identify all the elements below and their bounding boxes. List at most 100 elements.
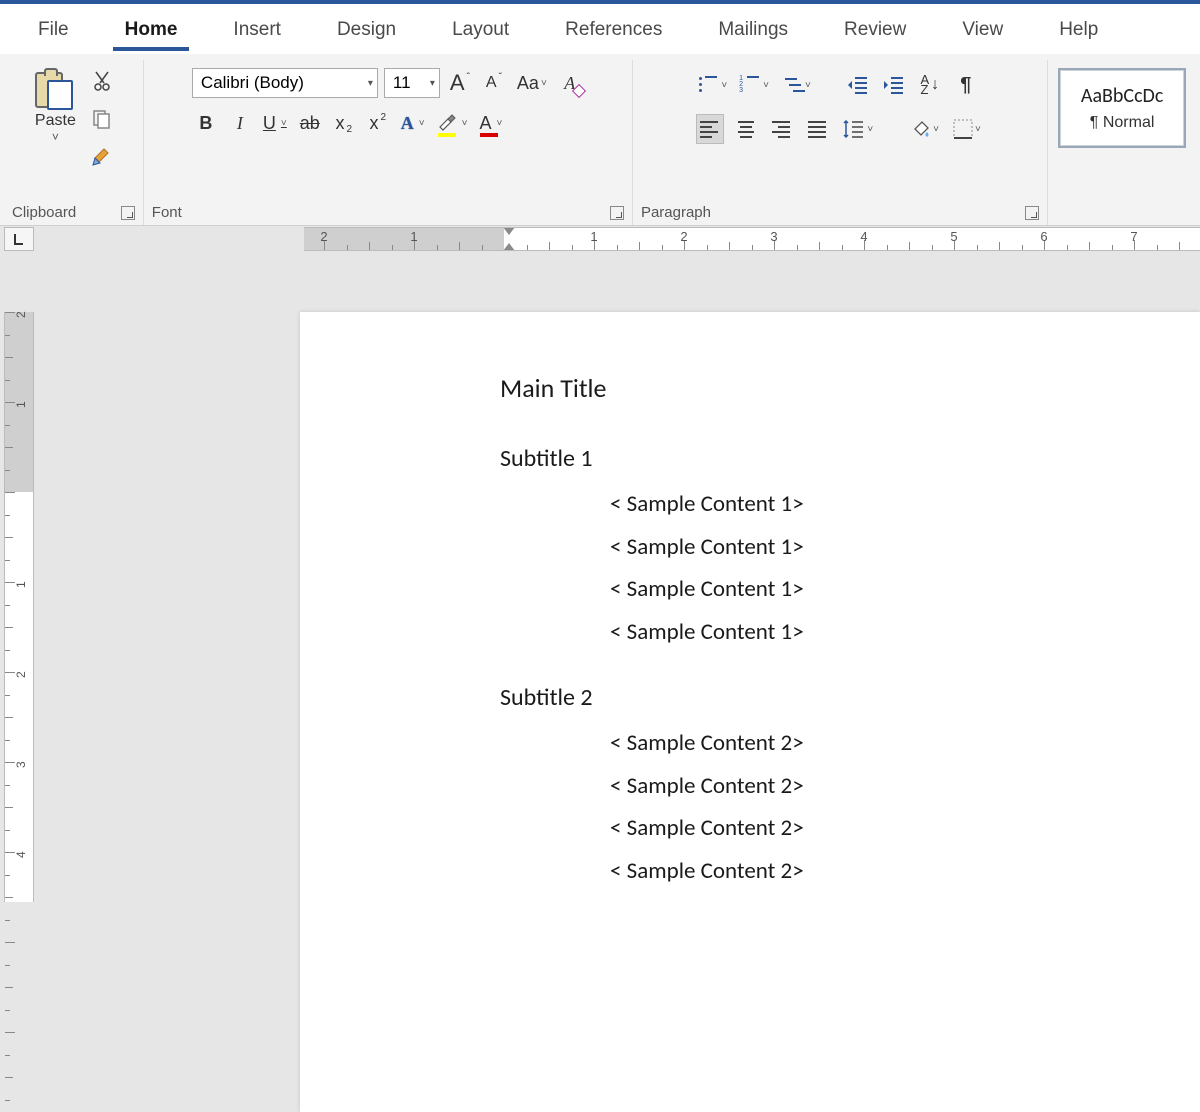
justify-button[interactable] xyxy=(804,114,832,144)
paste-button[interactable]: Paste ˅ xyxy=(29,62,81,144)
group-styles: AaBbCcDc ¶ Normal xyxy=(1048,60,1196,225)
doc-content-line[interactable]: < Sample Content 1> xyxy=(500,483,1200,526)
align-center-button[interactable] xyxy=(732,114,760,144)
italic-button[interactable]: I xyxy=(226,108,254,138)
chevron-down-icon: ▾ xyxy=(430,78,435,89)
clear-formatting-button[interactable]: A xyxy=(556,68,584,98)
tab-layout[interactable]: Layout xyxy=(424,7,537,51)
doc-content-line[interactable]: < Sample Content 1> xyxy=(500,526,1200,569)
font-name-combo[interactable]: Calibri (Body) ▾ xyxy=(192,68,378,98)
doc-main-title[interactable]: Main Title xyxy=(500,372,1200,404)
font-size-combo[interactable]: 11 ▾ xyxy=(384,68,440,98)
strikethrough-button[interactable]: ab xyxy=(296,108,324,138)
workspace: 211234 Main Title Subtitle 1 < Sample Co… xyxy=(0,252,1200,902)
doc-content-line[interactable]: < Sample Content 2> xyxy=(500,807,1200,850)
horizontal-ruler[interactable]: 2112345678 xyxy=(304,227,1200,251)
doc-content-line[interactable]: < Sample Content 2> xyxy=(500,722,1200,765)
grow-font-button[interactable]: Aˆ xyxy=(446,68,474,98)
shading-button[interactable]: ˅ xyxy=(906,114,942,144)
tab-view[interactable]: View xyxy=(934,7,1031,51)
vertical-ruler[interactable]: 211234 xyxy=(4,312,34,902)
decrease-indent-button[interactable] xyxy=(844,70,872,100)
style-name: ¶ Normal xyxy=(1090,114,1155,132)
tab-stop-selector[interactable] xyxy=(4,227,34,251)
change-case-button[interactable]: Aa˅ xyxy=(514,68,550,98)
tab-help[interactable]: Help xyxy=(1031,7,1126,51)
doc-subtitle[interactable]: Subtitle 1 xyxy=(500,444,1200,473)
font-color-button[interactable]: A˅ xyxy=(476,108,505,138)
font-dialog-launcher[interactable] xyxy=(610,206,624,220)
numbering-button[interactable]: 123˅ xyxy=(738,70,772,100)
justify-icon xyxy=(808,121,828,137)
underline-button[interactable]: U˅ xyxy=(260,108,290,138)
page[interactable]: Main Title Subtitle 1 < Sample Content 1… xyxy=(300,312,1200,1112)
document-body[interactable]: Main Title Subtitle 1 < Sample Content 1… xyxy=(500,372,1200,892)
chevron-down-icon: ▾ xyxy=(368,78,373,89)
group-font: Calibri (Body) ▾ 11 ▾ Aˆ Aˇ Aa˅ A B I U˅… xyxy=(144,60,633,225)
subscript-button[interactable]: x2 xyxy=(330,108,358,138)
tab-insert[interactable]: Insert xyxy=(205,7,309,51)
format-painter-button[interactable] xyxy=(87,142,117,172)
sort-button[interactable]: AZ↓ xyxy=(916,70,944,100)
group-label-clipboard: Clipboard xyxy=(12,204,76,221)
highlighter-icon xyxy=(437,113,457,133)
numbering-icon: 123 xyxy=(741,76,761,94)
outdent-icon xyxy=(847,76,869,94)
borders-icon xyxy=(953,119,973,139)
style-normal-tile[interactable]: AaBbCcDc ¶ Normal xyxy=(1058,68,1186,148)
text-effects-button[interactable]: A˅ xyxy=(398,108,428,138)
ruler-row: 2112345678 xyxy=(0,226,1200,252)
tab-stop-icon xyxy=(12,232,26,246)
ribbon-tabs: File Home Insert Design Layout Reference… xyxy=(0,4,1200,54)
superscript-button[interactable]: x2 xyxy=(364,108,392,138)
scissors-icon xyxy=(92,70,112,92)
align-right-button[interactable] xyxy=(768,114,796,144)
bold-button[interactable]: B xyxy=(192,108,220,138)
shrink-font-button[interactable]: Aˇ xyxy=(480,68,508,98)
bullets-icon xyxy=(699,76,719,94)
doc-content-line[interactable]: < Sample Content 1> xyxy=(500,611,1200,654)
doc-content-line[interactable]: < Sample Content 2> xyxy=(500,765,1200,808)
align-left-icon xyxy=(700,121,720,137)
chevron-down-icon[interactable]: ˅ xyxy=(52,130,59,144)
tab-references[interactable]: References xyxy=(537,7,690,51)
increase-indent-button[interactable] xyxy=(880,70,908,100)
doc-subtitle[interactable]: Subtitle 2 xyxy=(500,683,1200,712)
copy-icon xyxy=(91,108,113,130)
doc-content-line[interactable]: < Sample Content 1> xyxy=(500,568,1200,611)
line-spacing-button[interactable]: ˅ xyxy=(840,114,876,144)
align-right-icon xyxy=(772,121,792,137)
cut-button[interactable] xyxy=(87,66,117,96)
tab-design[interactable]: Design xyxy=(309,7,424,51)
group-label-font: Font xyxy=(152,204,182,221)
font-name-value: Calibri (Body) xyxy=(201,73,304,93)
show-hide-marks-button[interactable]: ¶ xyxy=(952,70,980,100)
multilevel-list-button[interactable]: ˅ xyxy=(780,70,814,100)
align-center-icon xyxy=(736,121,756,137)
group-paragraph: ˅ 123˅ ˅ AZ↓ ¶ xyxy=(633,60,1048,225)
doc-content-line[interactable]: < Sample Content 2> xyxy=(500,850,1200,893)
bullets-button[interactable]: ˅ xyxy=(696,70,730,100)
paragraph-dialog-launcher[interactable] xyxy=(1025,206,1039,220)
paste-label: Paste xyxy=(35,112,76,130)
indent-marker[interactable] xyxy=(502,227,516,251)
style-preview: AaBbCcDc xyxy=(1081,84,1163,108)
tab-file[interactable]: File xyxy=(10,7,97,51)
highlight-button[interactable]: ˅ xyxy=(434,108,471,138)
paintbrush-icon xyxy=(90,145,114,169)
line-spacing-icon xyxy=(843,119,865,139)
sort-icon: AZ xyxy=(921,75,930,95)
borders-button[interactable]: ˅ xyxy=(950,114,984,144)
tab-mailings[interactable]: Mailings xyxy=(690,7,816,51)
align-left-button[interactable] xyxy=(696,114,724,144)
indent-icon xyxy=(883,76,905,94)
group-label-paragraph: Paragraph xyxy=(641,204,711,221)
tab-home[interactable]: Home xyxy=(97,7,206,51)
copy-button[interactable] xyxy=(87,104,117,134)
multilevel-icon xyxy=(783,76,803,94)
clipboard-dialog-launcher[interactable] xyxy=(121,206,135,220)
paint-bucket-icon xyxy=(909,119,931,139)
tab-review[interactable]: Review xyxy=(816,7,934,51)
font-size-value: 11 xyxy=(393,73,411,93)
ribbon: Paste ˅ Clipboard xyxy=(0,54,1200,226)
